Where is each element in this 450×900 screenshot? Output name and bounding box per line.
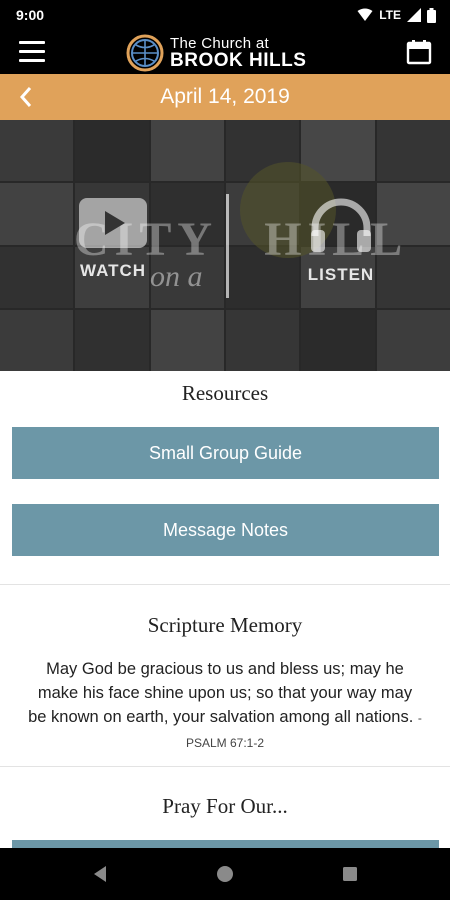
resources-title: Resources xyxy=(181,381,269,405)
app-bar: The Church at BROOK HILLS xyxy=(0,30,450,74)
calendar-icon[interactable] xyxy=(406,39,432,65)
scripture-verse: May God be gracious to us and bless us; … xyxy=(28,657,422,755)
watch-label: WATCH xyxy=(79,261,147,280)
system-nav-bar xyxy=(0,848,450,900)
pray-button-partial[interactable] xyxy=(12,840,439,848)
logo-line1: The Church at xyxy=(170,35,269,52)
sermon-date: April 14, 2019 xyxy=(160,85,290,108)
status-time: 9:00 xyxy=(16,7,45,23)
wifi-icon xyxy=(357,8,373,21)
verse-text: May God be gracious to us and bless us; … xyxy=(28,660,418,726)
headphones-icon xyxy=(311,198,371,252)
globe-icon xyxy=(126,34,164,72)
play-icon xyxy=(79,198,147,248)
logo-line2: BROOK HILLS xyxy=(170,50,307,71)
network-label: LTE xyxy=(379,8,401,22)
listen-button[interactable]: LISTEN xyxy=(296,196,386,285)
church-logo: The Church at BROOK HILLS xyxy=(126,34,306,72)
watch-button[interactable]: WATCH xyxy=(68,196,158,281)
section-divider xyxy=(0,584,450,585)
small-group-guide-button[interactable]: Small Group Guide xyxy=(12,427,439,479)
nav-recent-apps-icon[interactable] xyxy=(320,848,380,900)
pray-for-our-title: Pray For Our... xyxy=(162,794,288,818)
status-bar: 9:00 LTE xyxy=(0,0,450,30)
media-divider xyxy=(226,194,229,298)
section-divider xyxy=(0,766,450,767)
content-scroll[interactable]: Resources Small Group Guide Message Note… xyxy=(0,371,450,848)
sermon-hero: CITY HILL on a WATCH LISTEN xyxy=(0,120,450,371)
scripture-memory-title: Scripture Memory xyxy=(147,613,303,637)
menu-icon[interactable] xyxy=(19,41,45,63)
signal-icon xyxy=(407,8,421,22)
chevron-left-icon[interactable] xyxy=(14,82,38,112)
nav-home-icon[interactable] xyxy=(195,848,255,900)
date-bar: April 14, 2019 xyxy=(0,74,450,120)
nav-back-icon[interactable] xyxy=(70,848,130,900)
listen-label: LISTEN xyxy=(307,265,375,284)
status-icons: LTE xyxy=(357,7,436,23)
message-notes-button[interactable]: Message Notes xyxy=(12,504,439,556)
battery-icon xyxy=(427,7,436,23)
